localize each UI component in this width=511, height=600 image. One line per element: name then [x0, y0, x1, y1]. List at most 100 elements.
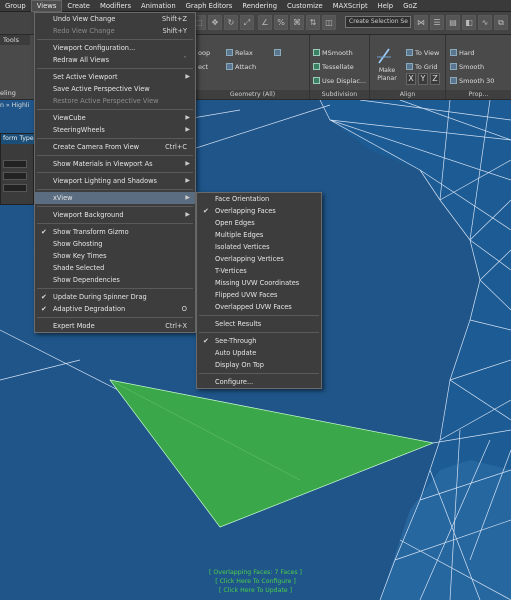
- menu-goz[interactable]: GoZ: [398, 0, 422, 12]
- transform-y-field[interactable]: [3, 172, 27, 180]
- connect-item[interactable]: ect: [198, 63, 208, 72]
- menu-item-show-ghosting[interactable]: Show Ghosting: [35, 238, 195, 250]
- menu-item-label: Multiple Edges: [215, 231, 264, 239]
- menu-item-create-camera-from-view[interactable]: Create Camera From View Ctrl+C: [35, 141, 195, 153]
- submenu-arrow-icon: ▶: [185, 126, 190, 133]
- curve-editor-icon[interactable]: ∿: [478, 15, 492, 30]
- mirror-icon[interactable]: ⋈: [414, 15, 428, 30]
- make-planar-icon[interactable]: [376, 47, 392, 65]
- menu-item-undo-view-change[interactable]: Undo View Change Shift+Z: [35, 13, 195, 25]
- hard-button[interactable]: Hard: [450, 49, 475, 58]
- to-view-button[interactable]: To View: [406, 49, 439, 58]
- menu-item-show-materials-in-viewport-as[interactable]: Show Materials in Viewport As ▶: [35, 158, 195, 170]
- menu-item-redraw-all-views[interactable]: Redraw All Views `: [35, 54, 195, 66]
- spinner-snap-icon[interactable]: ⇅: [306, 15, 320, 30]
- menu-item-multiple-edges[interactable]: Multiple Edges: [197, 229, 321, 241]
- relax-button[interactable]: Relax: [226, 49, 253, 58]
- align-group: Make Planar To View To Grid X Y Z Align: [370, 35, 446, 99]
- named-sets-icon[interactable]: ◫: [322, 15, 336, 30]
- menu-item-shade-selected[interactable]: Shade Selected: [35, 262, 195, 274]
- menu-item-save-active-perspective-view[interactable]: Save Active Perspective View: [35, 83, 195, 95]
- menu-item-show-transform-gizmo[interactable]: ✔ Show Transform Gizmo: [35, 226, 195, 238]
- menu-group[interactable]: Group: [0, 0, 31, 12]
- angle-snap-icon[interactable]: %: [274, 15, 288, 30]
- menu-views[interactable]: Views: [30, 0, 63, 12]
- menu-item-overlapped-uvw-faces[interactable]: Overlapped UVW Faces: [197, 301, 321, 313]
- percent-snap-icon[interactable]: ⌘: [290, 15, 304, 30]
- menu-item-label: Open Edges: [215, 219, 255, 227]
- graphite-icon[interactable]: ◧: [462, 15, 476, 30]
- menu-customize[interactable]: Customize: [282, 0, 328, 12]
- menu-item-configure[interactable]: Configure...: [197, 376, 321, 388]
- menu-animation[interactable]: Animation: [136, 0, 181, 12]
- configure-link[interactable]: [ Click Here To Configure ]: [0, 577, 511, 586]
- menu-item-show-dependencies[interactable]: Show Dependencies: [35, 274, 195, 286]
- attach-button[interactable]: Attach: [226, 63, 256, 72]
- align-icon[interactable]: ☰: [430, 15, 444, 30]
- move-icon[interactable]: ✥: [208, 15, 222, 30]
- menu-item-viewcube[interactable]: ViewCube ▶: [35, 112, 195, 124]
- menu-item-overlapping-faces[interactable]: ✔ Overlapping Faces: [197, 205, 321, 217]
- menu-rendering[interactable]: Rendering: [237, 0, 282, 12]
- align-y-button[interactable]: Y: [418, 73, 428, 85]
- menu-item-adaptive-degradation[interactable]: ✔ Adaptive Degradation O: [35, 303, 195, 315]
- menu-separator: [199, 373, 319, 374]
- geometry-group: oop ect Relax Attach Geometry (All): [196, 35, 310, 99]
- menu-item-show-key-times[interactable]: Show Key Times: [35, 250, 195, 262]
- align-z-button[interactable]: Z: [430, 73, 440, 85]
- menu-item-auto-update[interactable]: Auto Update: [197, 347, 321, 359]
- menu-separator: [37, 39, 193, 40]
- checkmark-icon: ✔: [203, 207, 209, 215]
- smooth30-button[interactable]: Smooth 30: [450, 77, 494, 86]
- menu-item-face-orientation[interactable]: Face Orientation: [197, 193, 321, 205]
- menu-separator: [199, 332, 319, 333]
- menu-maxscript[interactable]: MAXScript: [328, 0, 373, 12]
- submenu-arrow-icon: ▶: [185, 114, 190, 121]
- layer-icon[interactable]: ▤: [446, 15, 460, 30]
- menu-item-viewport-lighting-and-shadows[interactable]: Viewport Lighting and Shadows ▶: [35, 175, 195, 187]
- geometry-group-label: Geometry (All): [196, 90, 309, 99]
- snap-icon[interactable]: ∠: [258, 15, 272, 30]
- msmooth-button[interactable]: MSmooth: [313, 49, 353, 58]
- menu-item-missing-uvw-coordinates[interactable]: Missing UVW Coordinates: [197, 277, 321, 289]
- schematic-icon[interactable]: ⧉: [494, 15, 508, 30]
- to-grid-button[interactable]: To Grid: [406, 63, 438, 72]
- menu-help[interactable]: Help: [373, 0, 399, 12]
- transform-z-field[interactable]: [3, 184, 27, 192]
- menu-item-open-edges[interactable]: Open Edges: [197, 217, 321, 229]
- selection-set-dropdown[interactable]: Create Selection Se: [345, 16, 411, 28]
- menu-item-steeringwheels[interactable]: SteeringWheels ▶: [35, 124, 195, 136]
- update-link[interactable]: [ Click Here To Update ]: [0, 586, 511, 595]
- menu-separator: [37, 189, 193, 190]
- make-planar-label[interactable]: Make Planar: [372, 67, 402, 83]
- tessellate-button[interactable]: Tessellate: [313, 63, 354, 72]
- align-x-button[interactable]: X: [406, 73, 416, 85]
- menu-item-isolated-vertices[interactable]: Isolated Vertices: [197, 241, 321, 253]
- to-view-icon: [406, 49, 413, 56]
- menu-item-see-through[interactable]: ✔ See-Through: [197, 335, 321, 347]
- scale-icon[interactable]: ⤢: [240, 15, 254, 30]
- menu-modifiers[interactable]: Modifiers: [95, 0, 136, 12]
- menu-item-select-results[interactable]: Select Results: [197, 318, 321, 330]
- menu-item-expert-mode[interactable]: Expert Mode Ctrl+X: [35, 320, 195, 332]
- menu-item-overlapping-vertices[interactable]: Overlapping Vertices: [197, 253, 321, 265]
- loop-item[interactable]: oop: [198, 49, 210, 58]
- menu-item-viewport-background[interactable]: Viewport Background ▶: [35, 209, 195, 221]
- menu-item-label: xView: [53, 194, 73, 202]
- geometry-extra-button[interactable]: [274, 49, 283, 58]
- menu-item-flipped-uvw-faces[interactable]: Flipped UVW Faces: [197, 289, 321, 301]
- menu-item-update-during-spinner-drag[interactable]: ✔ Update During Spinner Drag: [35, 291, 195, 303]
- menu-item-t-vertices[interactable]: T-Vertices: [197, 265, 321, 277]
- transform-x-field[interactable]: [3, 160, 27, 168]
- smooth-button[interactable]: Smooth: [450, 63, 484, 72]
- menu-graph-editors[interactable]: Graph Editors: [181, 0, 238, 12]
- menu-create[interactable]: Create: [62, 0, 95, 12]
- menu-item-viewport-configuration[interactable]: Viewport Configuration...: [35, 42, 195, 54]
- menu-item-set-active-viewport[interactable]: Set Active Viewport ▶: [35, 71, 195, 83]
- menu-item-xview[interactable]: xView ▶: [35, 192, 195, 204]
- menu-item-shortcut: O: [181, 305, 187, 313]
- menu-item-display-on-top[interactable]: Display On Top: [197, 359, 321, 371]
- checkmark-icon: ✔: [41, 293, 47, 301]
- use-displace-button[interactable]: Use Displac...: [313, 77, 366, 86]
- rotate-icon[interactable]: ↻: [224, 15, 238, 30]
